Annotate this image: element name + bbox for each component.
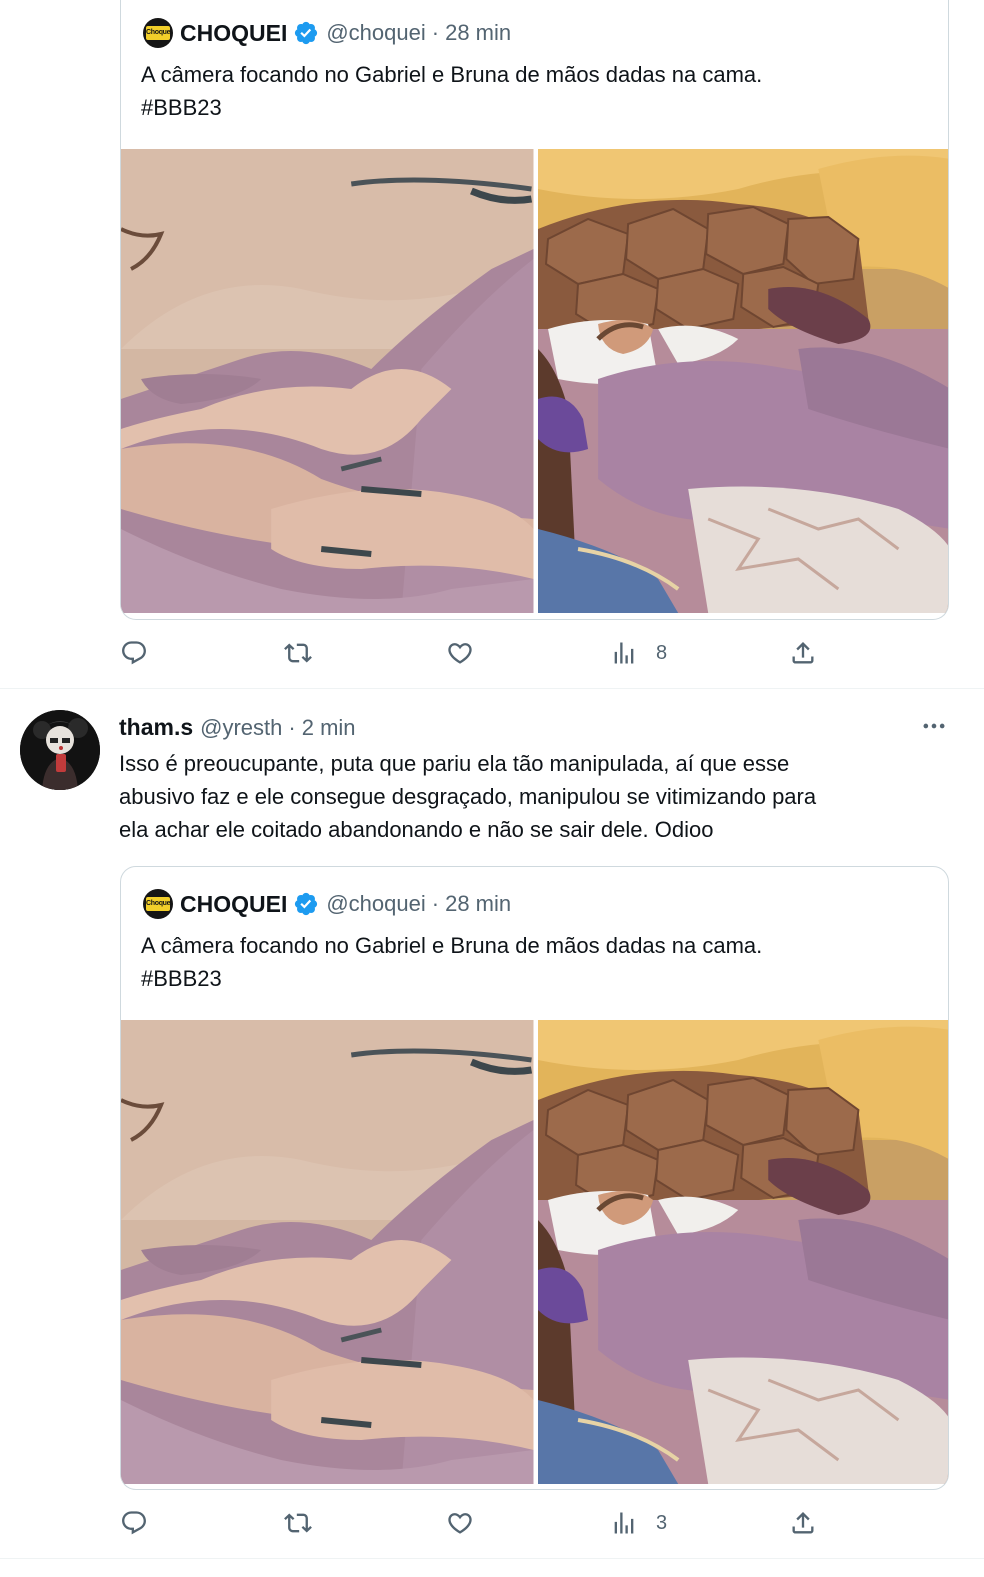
quoted-author-name[interactable]: CHOQUEI [180, 20, 287, 47]
hashtag-link[interactable]: #BBB23 [141, 962, 921, 995]
views-button[interactable]: 3 [610, 1506, 667, 1540]
reply-text-line: ela achar ele coitado abandonando e não … [119, 817, 714, 842]
views-button[interactable]: 8 [610, 636, 667, 670]
media-grid [121, 149, 949, 613]
quoted-author-handle[interactable]: @choquei [326, 891, 425, 917]
quoted-tweet-card[interactable]: Choquei CHOQUEI @choquei · 28 min A câme… [120, 866, 949, 1490]
reply-text-line: abusivo faz e ele consegue desgraçado, m… [119, 784, 817, 809]
tweet-divider [0, 1558, 984, 1559]
reply-author-name[interactable]: tham.s [119, 714, 193, 741]
reply-icon [120, 639, 148, 667]
avatar[interactable] [20, 710, 100, 790]
retweet-icon [284, 1509, 312, 1537]
quoted-tweet-text: A câmera focando no Gabriel e Bruna de m… [141, 929, 921, 995]
photo-couple-in-bed[interactable] [538, 149, 950, 613]
reply-icon [120, 1509, 148, 1537]
separator-dot: · [288, 714, 296, 740]
heart-icon [446, 639, 474, 667]
media-grid [121, 1020, 949, 1484]
reply-text-line: Isso é preoucupante, puta que pariu ela … [119, 751, 790, 776]
quoted-tweet-time[interactable]: 28 min [445, 20, 511, 46]
views-count: 8 [656, 641, 668, 664]
tweet-actions-bar: 8 [120, 636, 820, 670]
verified-badge-icon [293, 891, 319, 917]
reply-button[interactable] [120, 636, 148, 670]
share-button[interactable] [789, 1506, 817, 1540]
quoted-author-name[interactable]: CHOQUEI [180, 891, 287, 918]
share-icon [789, 1509, 817, 1537]
reply-tweet-time[interactable]: 2 min [302, 715, 356, 741]
choquei-logo-icon[interactable]: Choquei [143, 18, 173, 48]
quoted-tweet-header: Choquei CHOQUEI @choquei · 28 min [143, 889, 511, 919]
tweet-divider [0, 688, 984, 689]
photo-couple-in-bed[interactable] [538, 1020, 950, 1484]
quoted-text-line: A câmera focando no Gabriel e Bruna de m… [141, 933, 763, 958]
views-icon [610, 1509, 638, 1537]
heart-icon [446, 1509, 474, 1537]
like-button[interactable] [446, 1506, 474, 1540]
hashtag-link[interactable]: #BBB23 [141, 91, 921, 124]
quoted-author-handle[interactable]: @choquei [326, 20, 425, 46]
choquei-logo-icon[interactable]: Choquei [143, 889, 173, 919]
views-count: 3 [656, 1511, 668, 1534]
quoted-tweet-card[interactable]: Choquei CHOQUEI @choquei · 28 min A câme… [120, 0, 949, 620]
retweet-icon [284, 639, 312, 667]
views-icon [610, 639, 638, 667]
like-button[interactable] [446, 636, 474, 670]
photo-hands-closeup[interactable] [121, 1020, 534, 1484]
more-options-button[interactable] [918, 710, 950, 742]
reply-author-handle[interactable]: @yresth [200, 715, 282, 741]
reply-tweet-text: Isso é preoucupante, puta que pariu ela … [119, 747, 939, 846]
photo-hands-closeup[interactable] [121, 149, 534, 613]
quoted-tweet-time[interactable]: 28 min [445, 891, 511, 917]
retweet-button[interactable] [284, 1506, 312, 1540]
more-icon [920, 712, 948, 740]
share-icon [789, 639, 817, 667]
retweet-button[interactable] [284, 636, 312, 670]
separator-dot: · [431, 891, 440, 916]
tweet-actions-bar: 3 [120, 1506, 820, 1540]
quoted-tweet-header: Choquei CHOQUEI @choquei · 28 min [143, 18, 511, 48]
separator-dot: · [431, 20, 440, 45]
quoted-text-line: A câmera focando no Gabriel e Bruna de m… [141, 62, 763, 87]
share-button[interactable] [789, 636, 817, 670]
verified-badge-icon [293, 20, 319, 46]
reply-tweet-header: tham.s @yresth · 2 min [119, 714, 356, 741]
quoted-tweet-text: A câmera focando no Gabriel e Bruna de m… [141, 58, 921, 124]
reply-button[interactable] [120, 1506, 148, 1540]
